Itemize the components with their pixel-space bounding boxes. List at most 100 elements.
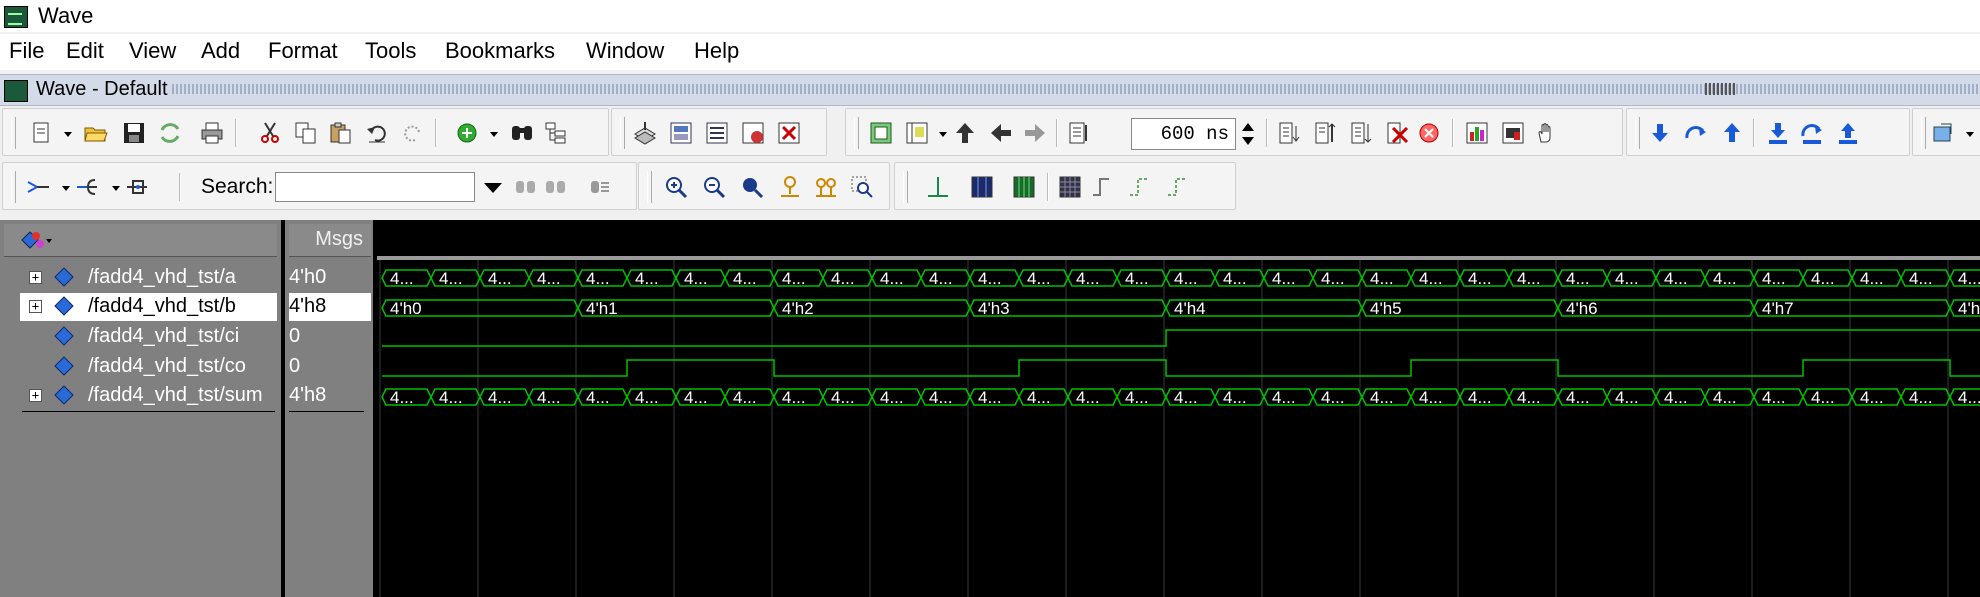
redo-icon[interactable]: [399, 120, 425, 146]
edge-falling-icon[interactable]: [1127, 174, 1153, 200]
cut-icon[interactable]: [257, 120, 283, 146]
menu-view[interactable]: View: [129, 38, 176, 64]
search-dropdown-button[interactable]: [479, 172, 507, 202]
insert-group-icon[interactable]: [75, 174, 101, 200]
search-options-icon[interactable]: [587, 174, 613, 200]
compile-icon[interactable]: [632, 120, 658, 146]
open-folder-icon[interactable]: [83, 120, 109, 146]
step-down-icon[interactable]: [1647, 120, 1673, 146]
break-icon[interactable]: [740, 120, 766, 146]
toolbar-handle[interactable]: [647, 171, 652, 203]
run-icon[interactable]: [1276, 120, 1302, 146]
hand-icon[interactable]: [1534, 120, 1560, 146]
copy-icon[interactable]: [293, 120, 319, 146]
signal-value-a[interactable]: 4'h0: [289, 264, 371, 292]
menu-format[interactable]: Format: [268, 38, 338, 64]
zoom-cursor-icon[interactable]: [777, 174, 803, 200]
toolbar-handle[interactable]: [854, 117, 859, 149]
performance-icon[interactable]: [1464, 120, 1490, 146]
reload-icon[interactable]: [157, 120, 183, 146]
wave-filter-icon[interactable]: [20, 230, 54, 252]
zoom-in-icon[interactable]: [663, 174, 689, 200]
insert-divider-icon[interactable]: [25, 174, 51, 200]
panel-grip-handle[interactable]: [1705, 83, 1735, 95]
expand-icon[interactable]: +: [29, 389, 42, 402]
arrow-up-icon[interactable]: [952, 120, 978, 146]
signal-row-co[interactable]: /fadd4_vhd_tst/co: [20, 353, 277, 381]
chevron-down-icon[interactable]: [930, 120, 947, 146]
signal-value-sum[interactable]: 4'h8: [289, 382, 371, 410]
search-previous-icon[interactable]: [513, 174, 539, 200]
menu-help[interactable]: Help: [694, 38, 739, 64]
wave-dark-icon[interactable]: [969, 174, 995, 200]
signal-value-co[interactable]: 0: [289, 353, 371, 381]
signal-value-ci[interactable]: 0: [289, 323, 371, 351]
step-over-icon[interactable]: [1683, 120, 1709, 146]
simulate-icon[interactable]: [704, 120, 730, 146]
layout-switch-icon[interactable]: [1931, 120, 1957, 146]
signal-row-ci[interactable]: /fadd4_vhd_tst/ci: [20, 323, 277, 351]
chevron-down-icon[interactable]: [53, 174, 70, 200]
edge-any-icon[interactable]: [1165, 174, 1191, 200]
paste-icon[interactable]: [328, 120, 354, 146]
undo-icon[interactable]: [365, 120, 391, 146]
run-length-input[interactable]: 600 ns: [1131, 118, 1236, 150]
run-length-spinner[interactable]: [1239, 118, 1257, 150]
end-simulation-icon[interactable]: [776, 120, 802, 146]
menu-bookmarks[interactable]: Bookmarks: [445, 38, 555, 64]
menu-tools[interactable]: Tools: [365, 38, 416, 64]
find-icon[interactable]: [509, 120, 535, 146]
break-run-icon[interactable]: [1384, 120, 1410, 146]
expand-icon[interactable]: +: [29, 300, 42, 313]
chevron-down-icon[interactable]: [1957, 120, 1974, 146]
toolbar-handle[interactable]: [11, 171, 16, 203]
zoom-full-icon[interactable]: [739, 174, 765, 200]
zoom-between-cursors-icon[interactable]: [813, 174, 839, 200]
add-icon[interactable]: [455, 120, 481, 146]
signal-row-sum[interactable]: + /fadd4_vhd_tst/sum: [20, 382, 277, 410]
chevron-down-icon[interactable]: [55, 120, 72, 146]
step-out-icon[interactable]: [1719, 120, 1745, 146]
toolbar-handle[interactable]: [620, 117, 625, 149]
zoom-out-icon[interactable]: [701, 174, 727, 200]
arrow-right-icon[interactable]: [1022, 120, 1048, 146]
window-icon[interactable]: [868, 120, 894, 146]
step-down-current-icon[interactable]: [1765, 120, 1791, 146]
step-over-current-icon[interactable]: [1799, 120, 1825, 146]
stop-icon[interactable]: [1416, 120, 1442, 146]
signal-value-b[interactable]: 4'h8: [289, 293, 371, 321]
toolbar-handle[interactable]: [11, 117, 16, 149]
toolbar-handle[interactable]: [1635, 117, 1640, 149]
chevron-down-icon[interactable]: [103, 174, 120, 200]
signal-row-a[interactable]: + /fadd4_vhd_tst/a: [20, 264, 277, 292]
edge-rising-icon[interactable]: [1089, 174, 1115, 200]
zoom-region-icon[interactable]: [849, 174, 875, 200]
toolbar-handle[interactable]: [903, 171, 908, 203]
arrow-left-icon[interactable]: [988, 120, 1014, 146]
wave-green-icon[interactable]: [1011, 174, 1037, 200]
signal-row-b[interactable]: + /fadd4_vhd_tst/b: [20, 293, 277, 321]
expand-icon[interactable]: +: [29, 271, 42, 284]
wave-grid-icon[interactable]: [1057, 174, 1083, 200]
menu-edit[interactable]: Edit: [66, 38, 104, 64]
search-input[interactable]: [275, 172, 475, 202]
new-file-icon[interactable]: [29, 120, 55, 146]
continue-run-icon[interactable]: [1312, 120, 1338, 146]
waveform-canvas[interactable]: 4... 4... 4... 4... 4... 4... 4... 4... 4... 4...…: [377, 220, 1980, 597]
menu-file[interactable]: File: [9, 38, 44, 64]
run-length-icon[interactable]: [1066, 120, 1092, 146]
run-all-icon[interactable]: [1348, 120, 1374, 146]
toolbar-handle[interactable]: [1921, 117, 1926, 149]
menu-add[interactable]: Add: [201, 38, 240, 64]
compile-all-icon[interactable]: [668, 120, 694, 146]
structure-icon[interactable]: [543, 120, 569, 146]
menu-window[interactable]: Window: [586, 38, 664, 64]
chevron-down-icon[interactable]: [481, 120, 498, 146]
step-out-current-icon[interactable]: [1835, 120, 1861, 146]
insert-cursor-icon[interactable]: [925, 174, 951, 200]
insert-breakpoint-icon[interactable]: [125, 174, 151, 200]
save-icon[interactable]: [121, 120, 147, 146]
print-icon[interactable]: [199, 120, 225, 146]
memory-icon[interactable]: [1500, 120, 1526, 146]
layout-icon[interactable]: [904, 120, 930, 146]
